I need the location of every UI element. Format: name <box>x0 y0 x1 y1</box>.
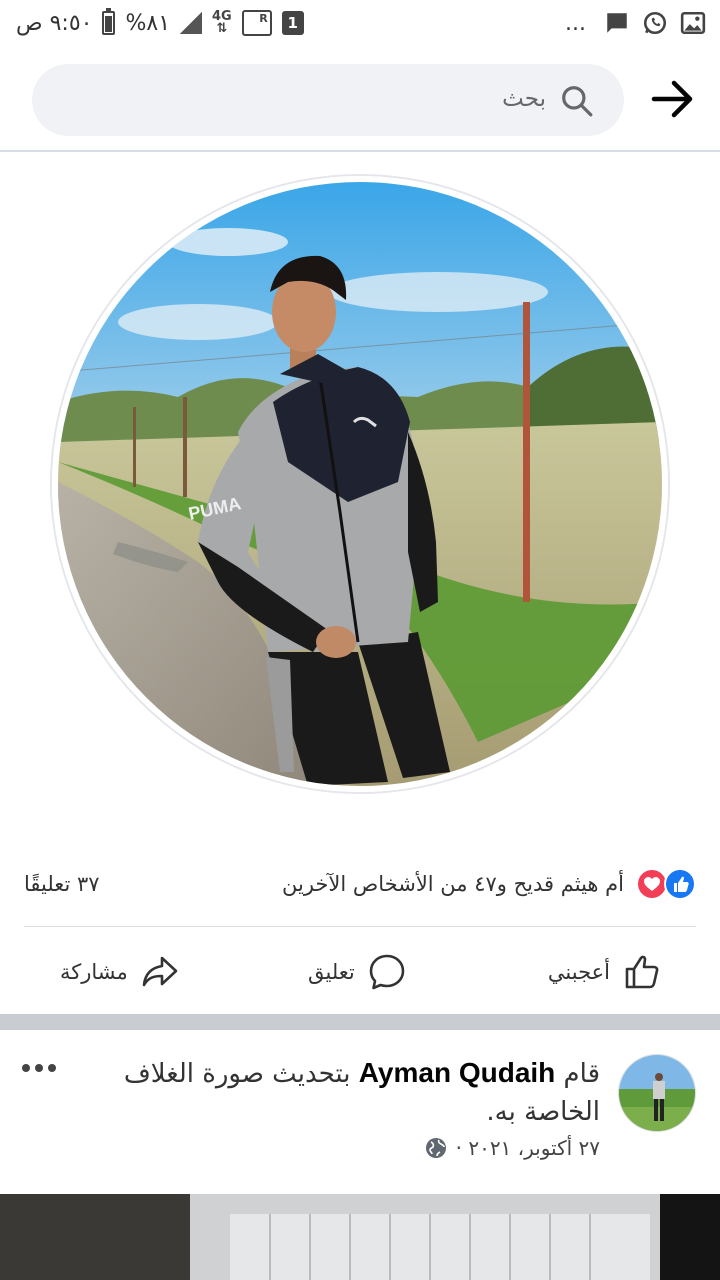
post-date[interactable]: ٢٧ أكتوبر، ٢٠٢١ · <box>456 1136 600 1160</box>
post-title: قام Ayman Qudaih بتحديث صورة الغلاف الخا… <box>120 1054 600 1131</box>
share-label: مشاركة <box>60 960 128 984</box>
post-image-content <box>0 1194 720 1280</box>
more-options-icon[interactable] <box>22 1058 60 1078</box>
post-image[interactable] <box>0 1194 720 1280</box>
battery-icon <box>102 8 116 35</box>
reaction-icons[interactable] <box>636 868 696 900</box>
gallery-icon <box>680 11 706 35</box>
feed-separator <box>0 1014 720 1030</box>
signal-icon <box>180 12 203 34</box>
status-time: ٩:٥٠ ص <box>16 10 93 36</box>
like-button[interactable]: أعجبني <box>548 946 662 998</box>
share-arrow-icon <box>142 956 178 987</box>
profile-photo-area: PUMA <box>0 152 720 842</box>
message-icon <box>607 13 627 33</box>
status-right: ... <box>565 10 706 36</box>
status-left: ٩:٥٠ ص %٨١ 4G ⇅ R 1 <box>16 8 304 36</box>
comment-button[interactable]: تعليق <box>308 946 407 998</box>
search-icon <box>562 86 593 117</box>
status-bar: ٩:٥٠ ص %٨١ 4G ⇅ R 1 ... <box>0 0 720 50</box>
post-author[interactable]: Ayman Qudaih <box>359 1057 556 1088</box>
roaming-signal-icon: R <box>241 10 272 36</box>
post-verb: قام <box>563 1059 600 1089</box>
profile-photo-image: PUMA <box>58 182 662 786</box>
sim-indicator: 1 <box>281 11 304 35</box>
comment-label: تعليق <box>308 960 355 984</box>
network-label: 4G <box>212 9 232 24</box>
share-button[interactable]: مشاركة <box>60 946 180 998</box>
profile-photo[interactable]: PUMA <box>52 176 668 792</box>
search-header: بحث <box>0 50 720 152</box>
network-type: 4G ⇅ <box>212 9 232 36</box>
like-reaction-icon <box>664 868 696 900</box>
comments-count[interactable]: ٣٧ تعليقًا <box>24 872 100 896</box>
avatar[interactable] <box>618 1054 696 1132</box>
like-label: أعجبني <box>547 960 610 984</box>
whatsapp-icon <box>643 11 667 35</box>
post-header: قام Ayman Qudaih بتحديث صورة الغلاف الخا… <box>0 1030 720 1194</box>
arrow-right-icon[interactable] <box>650 76 696 122</box>
search-placeholder: بحث <box>502 86 546 112</box>
battery-level: %٨١ <box>125 10 171 36</box>
post-actions: أعجبني تعليق مشاركة <box>0 940 720 1004</box>
thumbs-up-icon <box>625 955 659 989</box>
search-input[interactable]: بحث <box>32 64 624 136</box>
reactions-bar: أم هيثم قديح و٤٧ من الأشخاص الآخرين ٣٧ ت… <box>24 862 696 906</box>
comment-bubble-icon <box>369 954 405 990</box>
divider <box>24 926 696 927</box>
reaction-summary[interactable]: أم هيثم قديح و٤٧ من الأشخاص الآخرين <box>282 872 624 896</box>
globe-icon <box>425 1138 446 1158</box>
more-notifications: ... <box>565 10 586 36</box>
post-meta: ٢٧ أكتوبر، ٢٠٢١ · <box>424 1136 600 1160</box>
avatar-image <box>619 1055 695 1131</box>
